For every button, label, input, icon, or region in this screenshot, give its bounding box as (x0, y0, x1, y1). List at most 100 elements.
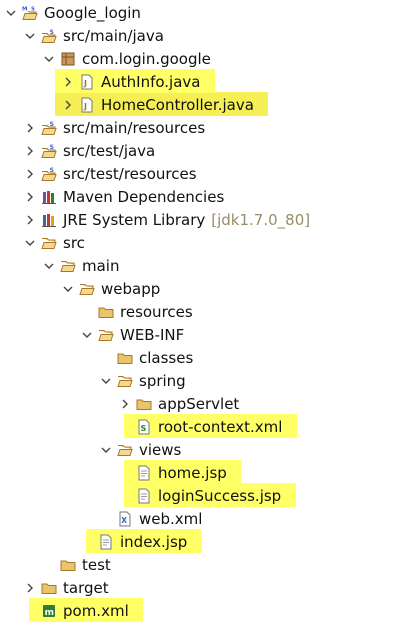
library-icon (41, 189, 57, 205)
svg-text:S: S (50, 167, 54, 174)
chevron-down-icon[interactable] (4, 6, 18, 20)
tree-item-label: index.jsp (120, 532, 188, 551)
folder-icon (117, 350, 133, 366)
tree-item-src-test-java[interactable]: Ssrc/test/java (23, 139, 155, 162)
tree-item-main[interactable]: main (42, 254, 119, 277)
tree-item-test[interactable]: test (42, 553, 111, 576)
spring-xml-icon: S (136, 419, 152, 435)
folder-icon (41, 580, 57, 596)
source-folder-icon: S (41, 143, 57, 159)
tree-item-label: src (63, 233, 85, 252)
tree-item-label: root-context.xml (158, 417, 283, 436)
chevron-right-icon[interactable] (61, 98, 75, 112)
folder-open-icon (117, 442, 133, 458)
svg-text:M: M (22, 6, 27, 12)
svg-text:J: J (83, 79, 87, 88)
chevron-right-icon[interactable] (23, 213, 37, 227)
tree-item-home-jsp[interactable]: home.jsp (118, 461, 227, 484)
tree-item-webapp[interactable]: webapp (61, 277, 160, 300)
chevron-right-icon[interactable] (23, 144, 37, 158)
tree-item-web-xml[interactable]: Xweb.xml (99, 507, 202, 530)
chevron-right-icon[interactable] (23, 167, 37, 181)
tree-item-suffix: [jdk1.7.0_80] (211, 210, 311, 229)
tree-item-root-context-xml[interactable]: Sroot-context.xml (118, 415, 282, 438)
tree-item-label: views (139, 440, 182, 459)
tree-item-label: HomeController.java (101, 95, 254, 114)
tree-item-com-login-google[interactable]: com.login.google (42, 47, 211, 70)
folder-open-icon (41, 235, 57, 251)
tree-item-label: target (63, 578, 109, 597)
chevron-down-icon[interactable] (99, 443, 113, 457)
tree-item-homecontroller-java[interactable]: J HomeController.java (61, 93, 254, 116)
java-file-icon: J (79, 97, 95, 113)
tree-item-label: webapp (101, 279, 161, 298)
java-file-icon: J (79, 74, 95, 90)
chevron-right-icon[interactable] (61, 75, 75, 89)
svg-text:X: X (121, 516, 127, 525)
tree-item-label: src/test/java (63, 141, 156, 160)
tree-item-label: home.jsp (158, 463, 227, 482)
tree-item-index-jsp[interactable]: index.jsp (80, 530, 187, 553)
tree-item-label: com.login.google (82, 49, 211, 68)
chevron-right-icon[interactable] (118, 397, 132, 411)
tree-item-maven-dependencies[interactable]: Maven Dependencies (23, 185, 224, 208)
chevron-down-icon[interactable] (42, 259, 56, 273)
source-folder-icon: S (41, 166, 57, 182)
tree-item-pom-xml[interactable]: m pom.xml (23, 599, 129, 622)
chevron-right-icon[interactable] (23, 190, 37, 204)
tree-item-src-test-resources[interactable]: Ssrc/test/resources (23, 162, 197, 185)
tree-item-resources[interactable]: resources (80, 300, 193, 323)
tree-item-label: Maven Dependencies (63, 187, 225, 206)
project-explorer-tree: M S Google_login Ssrc/main/java com.login.go… (0, 0, 418, 622)
tree-item-jre-system-library[interactable]: JRE System Library [jdk1.7.0_80] (23, 208, 310, 231)
folder-open-icon (60, 258, 76, 274)
jsp-file-icon (136, 488, 152, 504)
tree-item-label: web.xml (139, 509, 203, 528)
tree-item-label: AuthInfo.java (101, 72, 201, 91)
tree-item-target[interactable]: target (23, 576, 109, 599)
tree-item-classes[interactable]: classes (99, 346, 193, 369)
tree-item-appservlet[interactable]: appServlet (118, 392, 239, 415)
maven-project-icon: MS (22, 4, 38, 21)
chevron-down-icon[interactable] (23, 236, 37, 250)
chevron-down-icon[interactable] (99, 374, 113, 388)
tree-item-google-login[interactable]: M S Google_login (4, 1, 141, 24)
tree-item-authinfo-java[interactable]: J AuthInfo.java (61, 70, 200, 93)
chevron-right-icon[interactable] (23, 581, 37, 595)
chevron-down-icon[interactable] (42, 52, 56, 66)
svg-text:S: S (50, 121, 54, 128)
svg-text:J: J (83, 102, 87, 111)
svg-text:S: S (50, 144, 54, 151)
tree-item-label: JRE System Library (63, 210, 206, 229)
tree-item-web-inf[interactable]: WEB-INF (80, 323, 184, 346)
tree-item-views[interactable]: views (99, 438, 181, 461)
tree-item-loginsuccess-jsp[interactable]: loginSuccess.jsp (118, 484, 281, 507)
xml-file-icon: X (117, 511, 133, 527)
tree-item-label: pom.xml (63, 601, 129, 620)
tree-item-src-main-resources[interactable]: Ssrc/main/resources (23, 116, 205, 139)
tree-item-label: loginSuccess.jsp (158, 486, 282, 505)
tree-item-label: appServlet (158, 394, 240, 413)
chevron-right-icon[interactable] (23, 121, 37, 135)
tree-item-spring[interactable]: spring (99, 369, 186, 392)
tree-item-src-main-java[interactable]: Ssrc/main/java (23, 24, 164, 47)
folder-icon (136, 396, 152, 412)
svg-text:m: m (45, 608, 54, 618)
chevron-down-icon[interactable] (80, 328, 94, 342)
folder-open-icon (79, 281, 95, 297)
source-folder-icon: S (41, 120, 57, 136)
tree-item-src[interactable]: src (23, 231, 85, 254)
jsp-file-icon (98, 534, 114, 550)
folder-icon (98, 304, 114, 320)
jsp-file-icon (136, 465, 152, 481)
svg-text:S: S (50, 29, 54, 36)
tree-item-label: resources (120, 302, 193, 321)
chevron-down-icon[interactable] (61, 282, 75, 296)
chevron-down-icon[interactable] (23, 29, 37, 43)
tree-item-label: Google_login (44, 3, 141, 22)
